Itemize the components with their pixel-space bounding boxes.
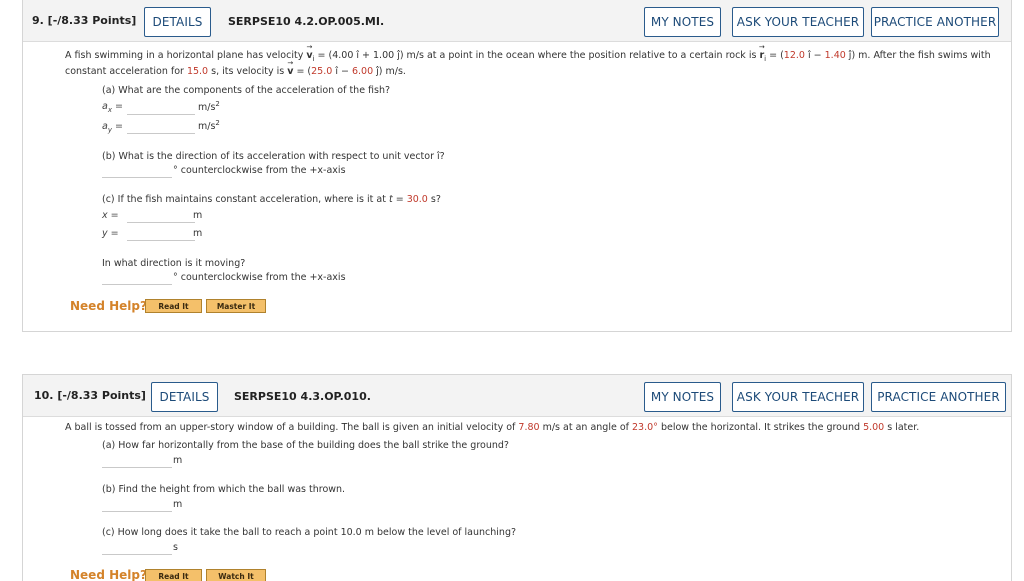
problem-9-stem-line-1: A fish swimming in a horizontal plane ha… <box>65 50 991 63</box>
stem-text: m/s at an angle of <box>539 422 633 433</box>
question-c: (c) How long does it take the ball to re… <box>102 527 517 538</box>
watch-it-button[interactable]: Watch It <box>206 569 266 581</box>
position-vector-symbol: r <box>759 50 764 61</box>
problem-9-stem-line-2: constant acceleration for 15.0 s, its ve… <box>65 66 406 77</box>
problem-10-header: 10. [-/8.33 Points] DETAILS SERPSE10 4.3… <box>23 375 1011 417</box>
question-c-text: s? <box>427 194 441 205</box>
distance-unit: m <box>173 455 183 466</box>
initial-velocity-value: 7.80 <box>518 422 540 433</box>
problem-10-stem: A ball is tossed from an upper-story win… <box>65 422 919 433</box>
rx-value: 12.0 <box>783 50 805 61</box>
stem-text: ĵ) m. After the fish swims with <box>845 50 991 61</box>
vy-value: 6.00 <box>351 66 374 77</box>
time-unit: s <box>173 542 178 553</box>
problem-9-header: 9. [-/8.33 Points] DETAILS SERPSE10 4.2.… <box>23 0 1011 42</box>
y-unit: m <box>193 228 203 239</box>
stem-text: A ball is tossed from an upper-story win… <box>65 422 519 433</box>
unit-exponent: 2 <box>215 119 220 127</box>
problem-10-number: 10. [-/8.33 Points] <box>34 389 146 402</box>
x-label: x = <box>102 210 119 221</box>
unit-text: m/s <box>198 102 216 114</box>
height-input[interactable] <box>102 495 172 512</box>
ax-input[interactable] <box>127 98 195 115</box>
stem-text: = ( <box>293 66 312 77</box>
master-it-button[interactable]: Master It <box>206 299 266 313</box>
ask-teacher-button[interactable]: ASK YOUR TEACHER <box>732 7 864 37</box>
question-a: (a) What are the components of the accel… <box>102 85 391 96</box>
ay-unit: m/s2 <box>198 119 220 132</box>
practice-another-button[interactable]: PRACTICE ANOTHER <box>871 7 999 37</box>
problem-9-number: 9. [-/8.33 Points] <box>32 14 137 27</box>
direction-d-input[interactable] <box>102 268 172 285</box>
question-b: (b) Find the height from which the ball … <box>102 484 346 495</box>
equals-sign: = <box>111 121 123 132</box>
practice-another-button[interactable]: PRACTICE ANOTHER <box>871 382 1006 412</box>
equals-sign: = <box>111 101 123 112</box>
details-button[interactable]: DETAILS <box>144 7 211 37</box>
ax-unit: m/s2 <box>198 100 220 113</box>
ask-teacher-button[interactable]: ASK YOUR TEACHER <box>732 382 864 412</box>
angle-value: 23.0° <box>632 422 658 433</box>
stem-text: ĵ) m/s. <box>373 66 406 77</box>
stem-text: below the horizontal. It strikes the gro… <box>657 422 864 433</box>
question-c: (c) If the fish maintains constant accel… <box>102 194 441 205</box>
question-a: (a) How far horizontally from the base o… <box>102 440 509 451</box>
ry-value: 1.40 <box>824 50 846 61</box>
problem-10-code: SERPSE10 4.3.OP.010. <box>234 390 371 403</box>
question-c-text: (c) If the fish maintains constant accel… <box>102 194 389 205</box>
problem-10: 10. [-/8.33 Points] DETAILS SERPSE10 4.3… <box>22 374 1012 581</box>
problem-9-code: SERPSE10 4.2.OP.005.MI. <box>228 15 385 28</box>
time-input[interactable] <box>102 538 172 555</box>
y-label: y = <box>102 228 119 239</box>
distance-input[interactable] <box>102 451 172 468</box>
stem-text: = (4.00 î + 1.00 ĵ) m/s at a point in th… <box>314 50 760 61</box>
x-position-input[interactable] <box>127 206 195 223</box>
stem-text: î − <box>332 66 352 77</box>
question-c-text: = <box>392 194 407 205</box>
direction-d-unit: ° counterclockwise from the +x-axis <box>173 272 346 283</box>
velocity-vector-symbol: v <box>287 66 293 77</box>
ay-input[interactable] <box>127 117 195 134</box>
vx-value: 25.0 <box>311 66 333 77</box>
question-c-time: 30.0 <box>406 194 428 205</box>
unit-exponent: 2 <box>215 100 220 108</box>
stem-text: î − <box>804 50 825 61</box>
stem-text: = ( <box>766 50 784 61</box>
problem-9: 9. [-/8.33 Points] DETAILS SERPSE10 4.2.… <box>22 0 1012 332</box>
need-help-label: Need Help? <box>70 568 147 581</box>
height-unit: m <box>173 499 183 510</box>
stem-text: s later. <box>884 422 920 433</box>
my-notes-button[interactable]: MY NOTES <box>644 382 721 412</box>
ground-time-value: 5.00 <box>863 422 885 433</box>
read-it-button[interactable]: Read It <box>145 569 202 581</box>
direction-b-unit: ° counterclockwise from the +x-axis <box>173 165 346 176</box>
stem-text: constant acceleration for <box>65 66 187 77</box>
stem-text: s, its velocity is <box>208 66 288 77</box>
unit-text: m/s <box>198 121 216 133</box>
details-button[interactable]: DETAILS <box>151 382 218 412</box>
velocity-vector-symbol: v <box>306 50 312 61</box>
my-notes-button[interactable]: MY NOTES <box>644 7 721 37</box>
ay-label: ay = <box>102 121 123 134</box>
need-help-label: Need Help? <box>70 299 147 313</box>
stem-text: A fish swimming in a horizontal plane ha… <box>65 50 307 61</box>
time-value: 15.0 <box>186 66 209 77</box>
direction-b-input[interactable] <box>102 161 172 178</box>
read-it-button[interactable]: Read It <box>145 299 202 313</box>
x-unit: m <box>193 210 203 221</box>
y-position-input[interactable] <box>127 224 195 241</box>
ax-label: ax = <box>102 101 123 114</box>
